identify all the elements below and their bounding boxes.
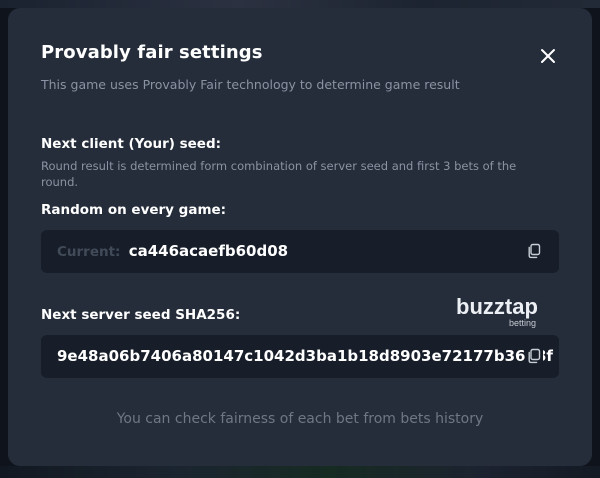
server-seed-label: Next server seed SHA256: (41, 307, 241, 323)
server-seed-field: 9e48a06b7406a80147c1042d3ba1b18d8903e721… (41, 335, 559, 378)
footer-note: You can check fairness of each bet from … (116, 411, 484, 427)
close-icon (541, 49, 555, 63)
watermark-brand: buzztap (456, 294, 538, 319)
copy-server-seed-button[interactable] (525, 347, 543, 365)
buzztap-watermark: buzztap betting (454, 292, 554, 332)
server-seed-value[interactable]: 9e48a06b7406a80147c1042d3ba1b18d8903e721… (57, 335, 553, 378)
modal-subtitle: This game uses Provably Fair technology … (41, 77, 460, 92)
page-backdrop-top (0, 0, 600, 8)
copy-client-seed-button[interactable] (525, 242, 543, 260)
client-seed-value[interactable]: ca446acaefb60d08 (129, 242, 288, 260)
client-seed-text: Current: ca446acaefb60d08 (57, 230, 288, 274)
page-backdrop-bottom (0, 466, 600, 478)
current-prefix: Current: (57, 244, 121, 260)
client-seed-field: Current: ca446acaefb60d08 (41, 230, 559, 273)
modal-title: Provably fair settings (41, 42, 263, 63)
client-seed-description: Round result is determined form combinat… (41, 159, 517, 189)
random-mode-label: Random on every game: (41, 202, 227, 218)
close-button[interactable] (536, 44, 560, 68)
watermark-sub: betting (509, 318, 536, 328)
provably-fair-modal: Provably fair settings This game uses Pr… (8, 8, 592, 466)
client-seed-label: Next client (Your) seed: (41, 136, 222, 152)
copy-icon (528, 348, 541, 364)
copy-icon (528, 243, 541, 259)
